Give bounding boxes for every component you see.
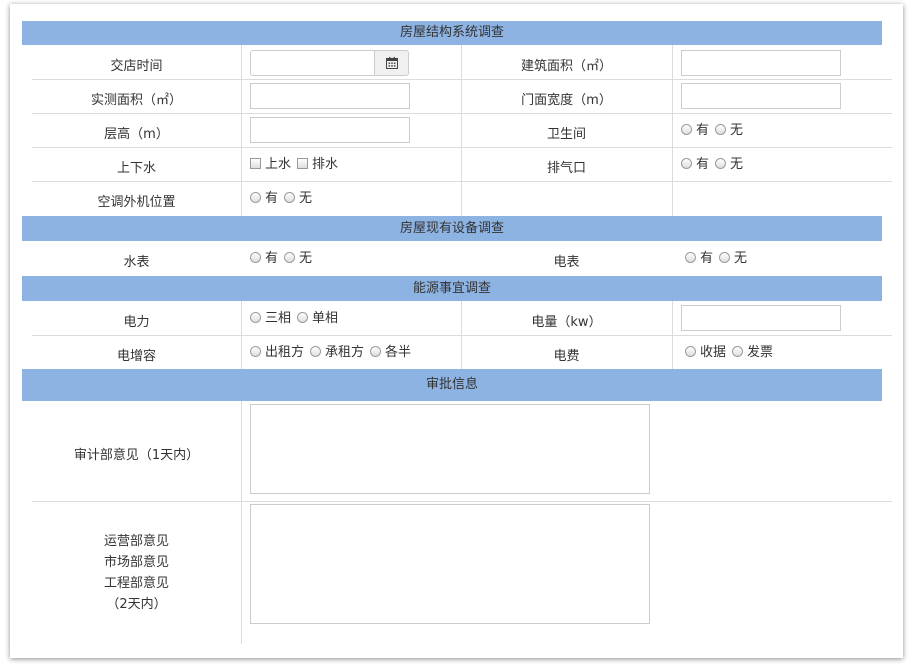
column-divider — [241, 45, 242, 216]
column-divider — [241, 401, 242, 644]
shop-handover-date-field[interactable] — [250, 50, 375, 76]
water-meter-yes-radio[interactable] — [250, 252, 261, 263]
building-area-input[interactable] — [681, 50, 841, 76]
restroom-yes-radio[interactable] — [681, 124, 692, 135]
section-title-approval: 审批信息 — [425, 377, 478, 392]
label-floor-height: 层高（m） — [104, 127, 169, 142]
restroom-options: 有无 — [681, 119, 743, 138]
single-phase-label: 单相 — [312, 311, 339, 326]
label-water-meter: 水表 — [123, 255, 150, 270]
label-electric-capacity: 电量（kw） — [531, 315, 602, 330]
electric-meter-no-label: 无 — [734, 251, 748, 266]
label-shop-handover-time: 交店时间 — [110, 59, 163, 74]
water-meter-options: 有无 — [250, 247, 312, 266]
by-lessor-label: 出租方 — [265, 345, 305, 360]
capacity-increase-options: 出租方 承租方 各半 — [250, 341, 411, 360]
label-engineering-opinion: 工程部意见 — [103, 576, 169, 591]
electric-capacity-input[interactable] — [681, 305, 841, 331]
label-water-supply-drain: 上下水 — [116, 161, 156, 176]
ops-opinion-label-group: 运营部意见 市场部意见 工程部意见 （2天内） — [32, 531, 241, 615]
calendar-icon — [386, 57, 398, 69]
electric-meter-no-radio[interactable] — [719, 252, 731, 263]
label-exhaust-vent: 排气口 — [546, 161, 586, 176]
by-lessee-radio[interactable] — [310, 346, 322, 357]
exhaust-options: 有无 — [681, 153, 743, 172]
ops-opinion-textarea[interactable] — [250, 504, 650, 624]
shop-handover-date-picker[interactable] — [250, 50, 410, 76]
row-divider — [32, 335, 892, 336]
ac-yes-radio[interactable] — [250, 192, 261, 203]
electric-fee-options: 收据 发票 — [685, 341, 773, 360]
water-meter-yes-label: 有 — [265, 251, 279, 266]
exhaust-yes-label: 有 — [696, 157, 710, 172]
section-header-equipment: 房屋现有设备调查 — [22, 216, 882, 241]
single-phase-radio[interactable] — [297, 312, 309, 323]
water-meter-no-label: 无 — [299, 251, 313, 266]
label-measured-area: 实测面积（㎡） — [90, 93, 182, 108]
half-each-label: 各半 — [385, 345, 412, 360]
restroom-yes-label: 有 — [696, 123, 710, 138]
label-market-opinion: 市场部意见 — [103, 555, 169, 570]
label-electric-fee: 电费 — [553, 349, 580, 364]
electric-meter-yes-radio[interactable] — [685, 252, 696, 263]
section-title-energy: 能源事宜调查 — [412, 281, 491, 296]
label-building-area: 建筑面积（㎡） — [520, 59, 612, 74]
exhaust-no-radio[interactable] — [715, 158, 727, 169]
by-lessor-radio[interactable] — [250, 346, 261, 357]
three-phase-radio[interactable] — [250, 312, 261, 323]
label-audit-opinion: 审计部意见（1天内） — [73, 448, 200, 463]
label-frontage-width: 门面宽度（m） — [521, 93, 612, 108]
measured-area-input[interactable] — [250, 83, 410, 109]
row-divider — [32, 113, 892, 114]
electric-meter-options: 有无 — [685, 247, 747, 266]
label-restroom: 卫生间 — [546, 127, 586, 142]
restroom-no-radio[interactable] — [715, 124, 727, 135]
date-picker-button[interactable] — [374, 50, 409, 76]
ac-yes-label: 有 — [265, 191, 279, 206]
restroom-no-label: 无 — [730, 123, 744, 138]
audit-opinion-textarea[interactable] — [250, 404, 650, 494]
half-each-radio[interactable] — [370, 346, 382, 357]
section-header-structure: 房屋结构系统调查 — [22, 21, 882, 45]
label-power: 电力 — [123, 315, 150, 330]
row-divider — [32, 147, 892, 148]
power-options: 三相 单相 — [250, 307, 338, 326]
label-ops-opinion: 运营部意见 — [103, 534, 169, 549]
row-divider — [32, 79, 892, 80]
water-drain-label: 排水 — [312, 157, 339, 172]
section-header-approval: 审批信息 — [22, 369, 882, 401]
exhaust-yes-radio[interactable] — [681, 158, 692, 169]
label-capacity-increase: 电增容 — [116, 349, 156, 364]
label-two-days: （2天内） — [106, 597, 167, 612]
water-meter-no-radio[interactable] — [284, 252, 296, 263]
water-up-checkbox[interactable] — [250, 158, 261, 169]
electric-meter-yes-label: 有 — [700, 251, 714, 266]
section-header-energy: 能源事宜调查 — [22, 276, 882, 301]
ac-no-radio[interactable] — [284, 192, 296, 203]
label-electric-meter: 电表 — [553, 255, 580, 270]
row-divider — [32, 501, 892, 502]
floor-height-input[interactable] — [250, 117, 410, 143]
invoice-radio[interactable] — [732, 346, 744, 357]
receipt-radio[interactable] — [685, 346, 696, 357]
frontage-width-input[interactable] — [681, 83, 841, 109]
water-options: 上水 排水 — [250, 153, 338, 172]
ac-no-label: 无 — [299, 191, 313, 206]
water-up-label: 上水 — [265, 157, 292, 172]
receipt-label: 收据 — [700, 345, 727, 360]
row-divider — [32, 181, 892, 182]
three-phase-label: 三相 — [265, 311, 292, 326]
column-divider — [672, 45, 673, 216]
invoice-label: 发票 — [747, 345, 774, 360]
exhaust-no-label: 无 — [730, 157, 744, 172]
section-title-equipment: 房屋现有设备调查 — [399, 221, 504, 236]
by-lessee-label: 承租方 — [325, 345, 365, 360]
section-title-structure: 房屋结构系统调查 — [399, 25, 504, 40]
label-ac-outdoor-position: 空调外机位置 — [97, 195, 176, 210]
water-drain-checkbox[interactable] — [297, 158, 309, 169]
ac-options: 有无 — [250, 187, 312, 206]
